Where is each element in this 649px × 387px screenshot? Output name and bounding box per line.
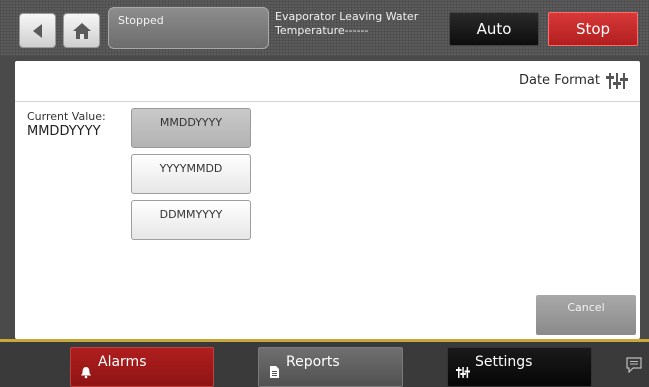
tab-alarms[interactable]: Alarms (70, 347, 214, 387)
evaporator-label-line1: Evaporator Leaving Water (275, 10, 419, 23)
settings-sliders-icon (606, 73, 628, 89)
page-title: Date Format (518, 73, 600, 88)
home-icon (72, 22, 91, 39)
tab-label: Alarms (98, 354, 147, 370)
option-label: MMDDYYYY (159, 116, 223, 129)
option-mmddyyyy[interactable]: MMDDYYYY (131, 108, 251, 148)
left-arrow-icon (32, 23, 42, 38)
date-format-panel: Date Format Current Value: MMDDYYYY MMDD… (15, 61, 640, 339)
settings-sliders-icon (456, 367, 470, 378)
tab-settings[interactable]: Settings (447, 347, 592, 387)
stop-button[interactable]: Stop (548, 12, 638, 46)
tab-label: Settings (475, 354, 533, 370)
bottom-nav-bar: Alarms Reports Settings (0, 339, 649, 387)
option-label: DDMMYYYY (159, 208, 223, 221)
option-label: YYYYMMDD (159, 162, 223, 175)
top-bar: Stopped Evaporator Leaving Water Tempera… (0, 0, 649, 56)
cancel-button-label: Cancel (567, 301, 605, 314)
option-yyyymmdd[interactable]: YYYYMMDD (131, 154, 251, 194)
divider (0, 339, 649, 342)
option-ddmmyyyy[interactable]: DDMMYYYY (131, 200, 251, 240)
auto-button-label: Auto (476, 20, 512, 38)
tab-reports[interactable]: Reports (258, 347, 403, 387)
current-value-label: Current Value: (27, 110, 106, 123)
back-button[interactable] (19, 13, 56, 48)
chat-bubble-icon[interactable] (625, 357, 643, 373)
unit-status-text: Stopped (118, 14, 164, 27)
evaporator-temperature-readout: Evaporator Leaving Water Temperature----… (275, 10, 435, 38)
stop-button-label: Stop (575, 20, 611, 38)
bell-icon (81, 367, 91, 379)
current-value: MMDDYYYY (27, 124, 101, 139)
cancel-button[interactable]: Cancel (536, 295, 636, 335)
unit-status-box[interactable]: Stopped (108, 7, 269, 49)
home-button[interactable] (63, 13, 100, 48)
auto-button[interactable]: Auto (449, 12, 539, 46)
evaporator-label-line2: Temperature------ (275, 24, 369, 37)
panel-header: Date Format (15, 61, 640, 102)
document-icon (270, 366, 279, 378)
tab-label: Reports (286, 354, 340, 370)
